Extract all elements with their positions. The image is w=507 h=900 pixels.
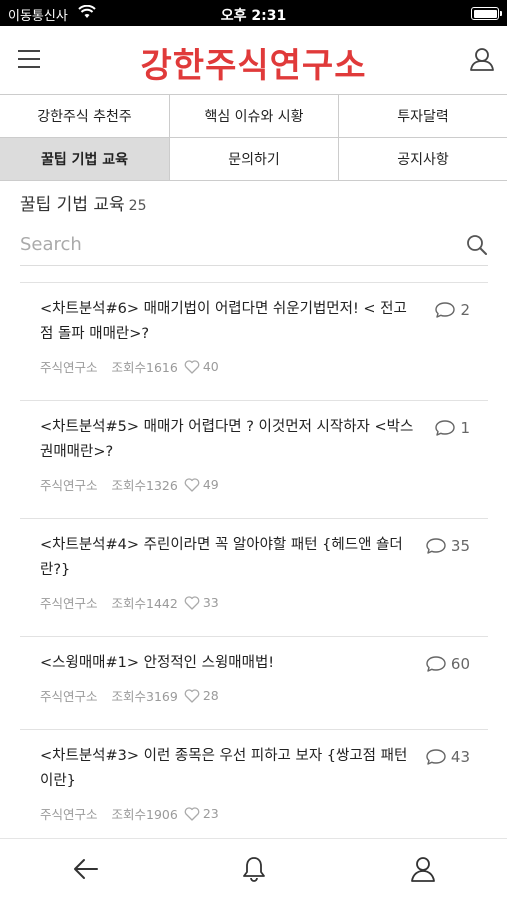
battery-fill <box>473 9 497 18</box>
post-title: <차트분석#4> 주린이라면 꼭 알아야할 패턴 {헤드앤 숄더란?} <box>40 537 403 578</box>
likes-count: 28 <box>202 688 219 703</box>
likes-count: 33 <box>202 595 219 610</box>
post-comments: 1 <box>434 419 470 437</box>
bell-icon[interactable] <box>240 855 268 887</box>
likes-count: 49 <box>202 477 219 492</box>
tab-label: 꿀팁 기법 교육 <box>40 152 129 168</box>
post-meta: 주식연구소 조회수1326 49 <box>40 475 488 494</box>
search-input[interactable] <box>20 234 440 255</box>
list-item[interactable]: <차트분석#5> 매매가 어렵다면 ? 이것먼저 시작하자 <박스권매매란>? … <box>20 400 488 518</box>
post-title: <차트분석#6> 매매기법이 어렵다면 쉬운기법먼저! < 전고점 돌파 매매란… <box>40 301 407 342</box>
tab-notices[interactable]: 공지사항 <box>339 138 507 181</box>
post-views: 조회수1616 <box>111 360 178 375</box>
post-views: 조회수1442 <box>111 596 178 611</box>
tab-label: 공지사항 <box>397 152 449 168</box>
post-likes: 33 <box>184 595 219 610</box>
post-meta: 주식연구소 조회수1906 23 <box>40 804 488 823</box>
comments-count: 60 <box>450 655 470 673</box>
post-likes: 49 <box>184 477 219 492</box>
list-item[interactable]: <차트분석#4> 주린이라면 꼭 알아야할 패턴 {헤드앤 숄더란?} 주식연구… <box>20 518 488 636</box>
battery-icon <box>471 7 502 20</box>
app-header: 강한주식연구소 <box>0 26 507 94</box>
post-author: 주식연구소 <box>40 478 98 493</box>
post-likes: 40 <box>184 359 219 374</box>
post-likes: 23 <box>184 806 219 821</box>
tab-label: 투자달력 <box>397 109 449 125</box>
list-item[interactable]: <차트분석#6> 매매기법이 어렵다면 쉬운기법먼저! < 전고점 돌파 매매란… <box>20 282 488 400</box>
tab-key-issues[interactable]: 핵심 이슈와 시황 <box>170 95 339 138</box>
post-comments: 35 <box>425 537 470 555</box>
comments-count: 2 <box>460 301 470 319</box>
user-icon[interactable] <box>469 46 495 76</box>
status-bar: 이동통신사 오후 2:31 <box>0 0 507 26</box>
tab-tips-education[interactable]: 꿀팁 기법 교육 <box>0 138 170 181</box>
comment-icon <box>426 656 446 672</box>
comment-icon <box>435 420 456 436</box>
search-bar <box>20 228 488 266</box>
post-title: <스윙매매#1> 안정적인 스윙매매법! <box>40 655 275 671</box>
post-title: <차트분석#3> 이런 종목은 우선 피하고 보자 {쌍고점 패턴이란} <box>40 748 408 789</box>
section-post-count: 25 <box>128 198 147 214</box>
heart-icon <box>184 359 200 374</box>
bottom-nav <box>0 838 507 900</box>
post-list: <차트분석#6> 매매기법이 어렵다면 쉬운기법먼저! < 전고점 돌파 매매란… <box>20 282 488 839</box>
list-item[interactable]: <차트분석#3> 이런 종목은 우선 피하고 보자 {쌍고점 패턴이란} 주식연… <box>20 729 488 839</box>
post-views: 조회수3169 <box>111 689 178 704</box>
comments-count: 43 <box>450 748 470 766</box>
post-views: 조회수1906 <box>111 807 178 822</box>
list-item[interactable]: <스윙매매#1> 안정적인 스윙매매법! 주식연구소 조회수3169 28 60 <box>20 636 488 729</box>
tab-label: 강한주식 추천주 <box>37 109 132 125</box>
brand-logo[interactable]: 강한주식연구소 <box>0 38 507 87</box>
status-time: 오후 2:31 <box>220 8 287 24</box>
post-comments: 43 <box>425 748 470 766</box>
search-icon[interactable] <box>466 234 488 260</box>
user-icon[interactable] <box>409 855 437 887</box>
comment-icon <box>426 749 446 765</box>
post-meta: 주식연구소 조회수1442 33 <box>40 593 488 612</box>
back-arrow-icon[interactable] <box>72 855 100 887</box>
post-likes: 28 <box>184 688 219 703</box>
tab-label: 문의하기 <box>228 152 280 168</box>
post-author: 주식연구소 <box>40 360 98 375</box>
heart-icon <box>184 477 200 492</box>
post-title: <차트분석#5> 매매가 어렵다면 ? 이것먼저 시작하자 <박스권매매란>? <box>40 419 414 460</box>
tab-recommended-stocks[interactable]: 강한주식 추천주 <box>0 95 170 138</box>
heart-icon <box>184 806 200 821</box>
post-meta: 주식연구소 조회수1616 40 <box>40 357 488 376</box>
comments-count: 1 <box>460 419 470 437</box>
post-comments: 60 <box>425 655 470 673</box>
comments-count: 35 <box>450 537 470 555</box>
heart-icon <box>184 595 200 610</box>
comment-icon <box>435 302 456 318</box>
post-author: 주식연구소 <box>40 807 98 822</box>
tab-inquiry[interactable]: 문의하기 <box>170 138 339 181</box>
section-title: 꿀팁 기법 교육 25 <box>20 190 146 215</box>
tab-label: 핵심 이슈와 시황 <box>204 109 304 125</box>
category-tabs: 강한주식 추천주 핵심 이슈와 시황 투자달력 꿀팁 기법 교육 문의하기 공지… <box>0 94 507 181</box>
section-title-text: 꿀팁 기법 교육 <box>20 195 125 215</box>
heart-icon <box>184 688 200 703</box>
post-comments: 2 <box>434 301 470 319</box>
post-author: 주식연구소 <box>40 596 98 611</box>
likes-count: 40 <box>202 359 219 374</box>
likes-count: 23 <box>202 806 219 821</box>
tab-investment-calendar[interactable]: 투자달력 <box>339 95 507 138</box>
post-meta: 주식연구소 조회수3169 28 <box>40 686 488 705</box>
post-author: 주식연구소 <box>40 689 98 704</box>
post-views: 조회수1326 <box>111 478 178 493</box>
comment-icon <box>426 538 446 554</box>
